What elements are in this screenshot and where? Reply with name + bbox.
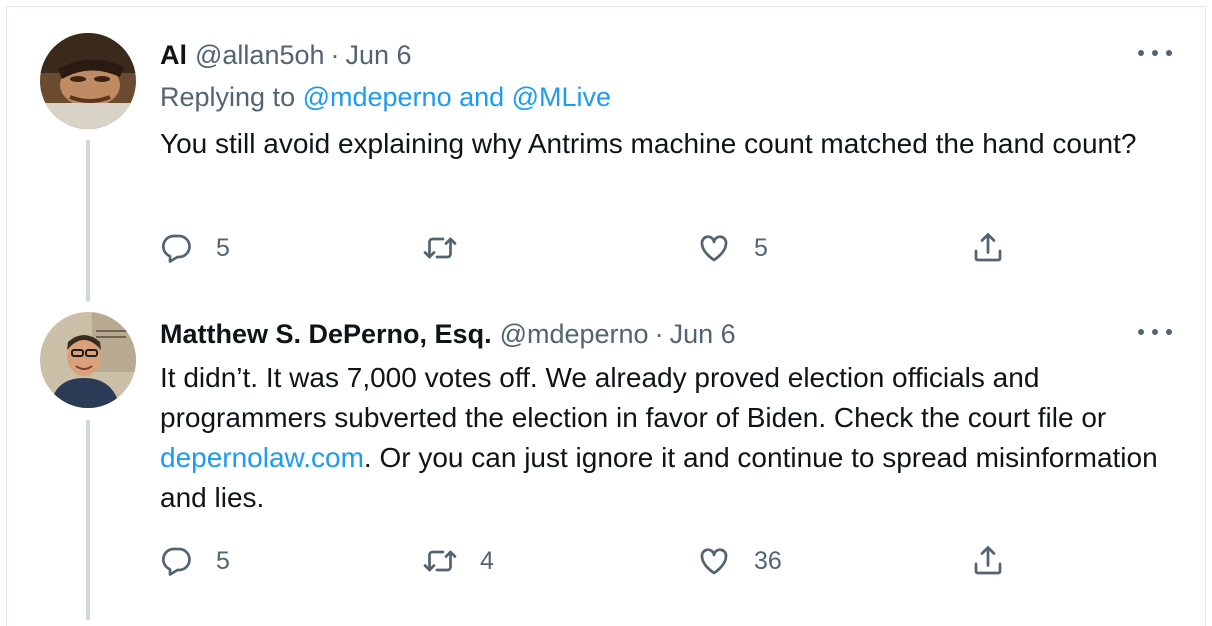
thread-line <box>86 140 90 302</box>
tweet-date[interactable]: Jun 6 <box>670 319 736 350</box>
share-icon <box>974 546 1002 575</box>
share-button[interactable] <box>970 541 1006 581</box>
display-name[interactable]: Matthew S. DePerno, Esq. <box>160 319 492 350</box>
share-icon <box>974 233 1002 262</box>
replying-prefix: Replying to <box>160 82 303 112</box>
handle[interactable]: @allan5oh <box>195 40 325 71</box>
like-button[interactable]: 5 <box>696 228 768 268</box>
like-button[interactable]: 36 <box>696 541 782 581</box>
reply-count: 5 <box>216 233 230 262</box>
retweet-icon <box>423 550 457 572</box>
separator: · <box>330 39 340 70</box>
tweet-text-part: It didn’t. It was 7,000 votes off. We al… <box>160 362 1107 433</box>
tweet-header: Matthew S. DePerno, Esq. @mdeperno · Jun… <box>160 316 736 352</box>
retweet-button[interactable] <box>422 228 480 268</box>
share-button[interactable] <box>970 228 1006 268</box>
avatar[interactable] <box>40 312 136 408</box>
avatar[interactable] <box>40 33 136 129</box>
reply-button[interactable]: 5 <box>158 541 230 581</box>
tweet-date[interactable]: Jun 6 <box>346 40 412 71</box>
retweet-button[interactable]: 4 <box>422 541 494 581</box>
tweet-header: Al @allan5oh · Jun 6 <box>160 37 412 73</box>
retweet-count: 4 <box>480 546 494 575</box>
retweet-icon <box>423 237 457 259</box>
like-count: 36 <box>754 546 782 575</box>
reply-icon <box>161 547 191 576</box>
like-count: 5 <box>754 233 768 262</box>
thread-line <box>86 420 90 620</box>
tweet-actions: 5 4 36 <box>158 541 1058 581</box>
reply-icon <box>161 234 191 263</box>
replying-to-link[interactable]: @mdeperno and @MLive <box>303 82 611 112</box>
display-name[interactable]: Al <box>160 40 187 71</box>
handle[interactable]: @mdeperno <box>500 319 649 350</box>
separator: · <box>654 318 664 349</box>
like-icon <box>700 548 728 575</box>
tweet-actions: 5 5 <box>158 228 1058 268</box>
more-icon[interactable] <box>1138 325 1172 339</box>
tweet-text: You still avoid explaining why Antrims m… <box>160 128 1137 159</box>
reply-button[interactable]: 5 <box>158 228 230 268</box>
more-icon[interactable] <box>1138 46 1172 60</box>
tweet-link[interactable]: depernolaw.com <box>160 442 364 473</box>
replying-to: Replying to @mdeperno and @MLive <box>160 82 611 113</box>
like-icon <box>700 235 728 262</box>
tweet-text: It didn’t. It was 7,000 votes off. We al… <box>160 358 1160 518</box>
reply-count: 5 <box>216 546 230 575</box>
